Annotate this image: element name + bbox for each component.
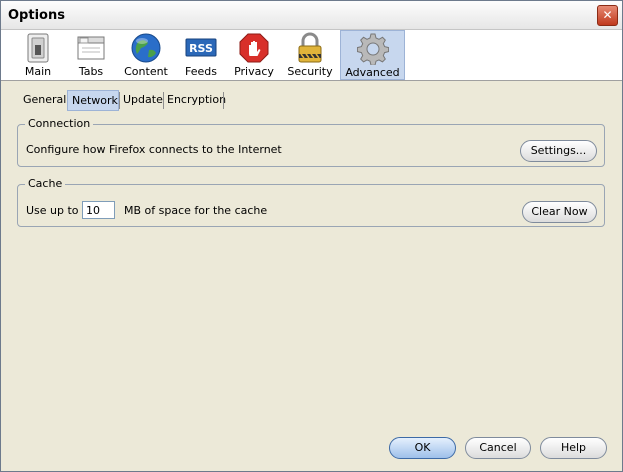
help-label: Help	[560, 441, 587, 454]
pane-privacy[interactable]: Privacy	[227, 30, 281, 80]
ok-button[interactable]: OK	[389, 437, 456, 459]
window-title: Options	[8, 8, 65, 23]
close-button[interactable]: ✕	[597, 5, 618, 26]
pane-tabs[interactable]: Tabs	[65, 30, 117, 80]
pane-content-label: Content	[124, 65, 168, 78]
subtab-network-label: Network	[72, 94, 118, 107]
subtab-general[interactable]: General	[19, 90, 71, 111]
pane-main-label: Main	[24, 65, 52, 78]
clear-cache-label: Clear Now	[531, 205, 588, 218]
help-button[interactable]: Help	[540, 437, 607, 459]
subtab-encryption[interactable]: Encryption	[163, 90, 227, 111]
pane-tabs-label: Tabs	[78, 65, 104, 78]
cache-size-suffix: MB of space for the cache	[124, 204, 268, 217]
subtab-encryption-label: Encryption	[167, 93, 227, 106]
cache-size-input[interactable]	[82, 201, 115, 219]
pane-main[interactable]: Main	[11, 30, 65, 80]
title-bar: Options ✕	[1, 1, 622, 30]
preferences-toolbar: Main Tabs Content RSS Feeds Privacy Secu…	[1, 30, 622, 81]
connection-settings-button[interactable]: Settings...	[520, 140, 597, 162]
cache-group: Cache Use up to MB of space for the cach…	[17, 177, 605, 227]
pane-content[interactable]: Content	[117, 30, 175, 80]
pane-advanced-label: Advanced	[345, 66, 400, 79]
pane-security-label: Security	[287, 65, 333, 78]
advanced-panel: General Network Update Encryption Connec…	[1, 81, 622, 471]
subtab-network[interactable]: Network	[67, 90, 119, 111]
cancel-button[interactable]: Cancel	[465, 437, 531, 459]
globe-icon	[131, 33, 161, 63]
pane-privacy-label: Privacy	[234, 65, 274, 78]
rss-badge-text: RSS	[189, 42, 213, 55]
lock-icon	[298, 32, 322, 63]
close-icon: ✕	[602, 8, 613, 22]
connection-group: Connection Configure how Firefox connect…	[17, 117, 605, 167]
connection-description: Configure how Firefox connects to the In…	[26, 143, 282, 156]
pane-feeds[interactable]: RSS Feeds	[175, 30, 227, 80]
cache-group-title: Cache	[25, 177, 66, 190]
subtab-separator	[223, 92, 224, 109]
options-dialog: Options ✕ Main Tabs Content RSS Feeds Pr…	[0, 0, 623, 472]
tabs-icon	[77, 36, 105, 60]
pane-advanced[interactable]: Advanced	[340, 30, 405, 80]
switch-icon	[27, 33, 49, 63]
pane-security[interactable]: Security	[281, 30, 339, 80]
cancel-label: Cancel	[479, 441, 517, 454]
cache-use-up-to-label: Use up to	[26, 204, 79, 217]
connection-group-title: Connection	[25, 117, 94, 130]
pane-feeds-label: Feeds	[185, 65, 217, 78]
clear-cache-button[interactable]: Clear Now	[522, 201, 597, 223]
connection-settings-label: Settings...	[530, 144, 587, 157]
subtab-update[interactable]: Update	[119, 90, 165, 111]
stop-hand-icon	[239, 33, 269, 63]
gear-icon	[356, 33, 389, 65]
subtab-general-label: General	[23, 93, 67, 106]
rss-icon: RSS	[185, 38, 217, 57]
subtab-update-label: Update	[123, 93, 163, 106]
ok-label: OK	[414, 441, 431, 454]
